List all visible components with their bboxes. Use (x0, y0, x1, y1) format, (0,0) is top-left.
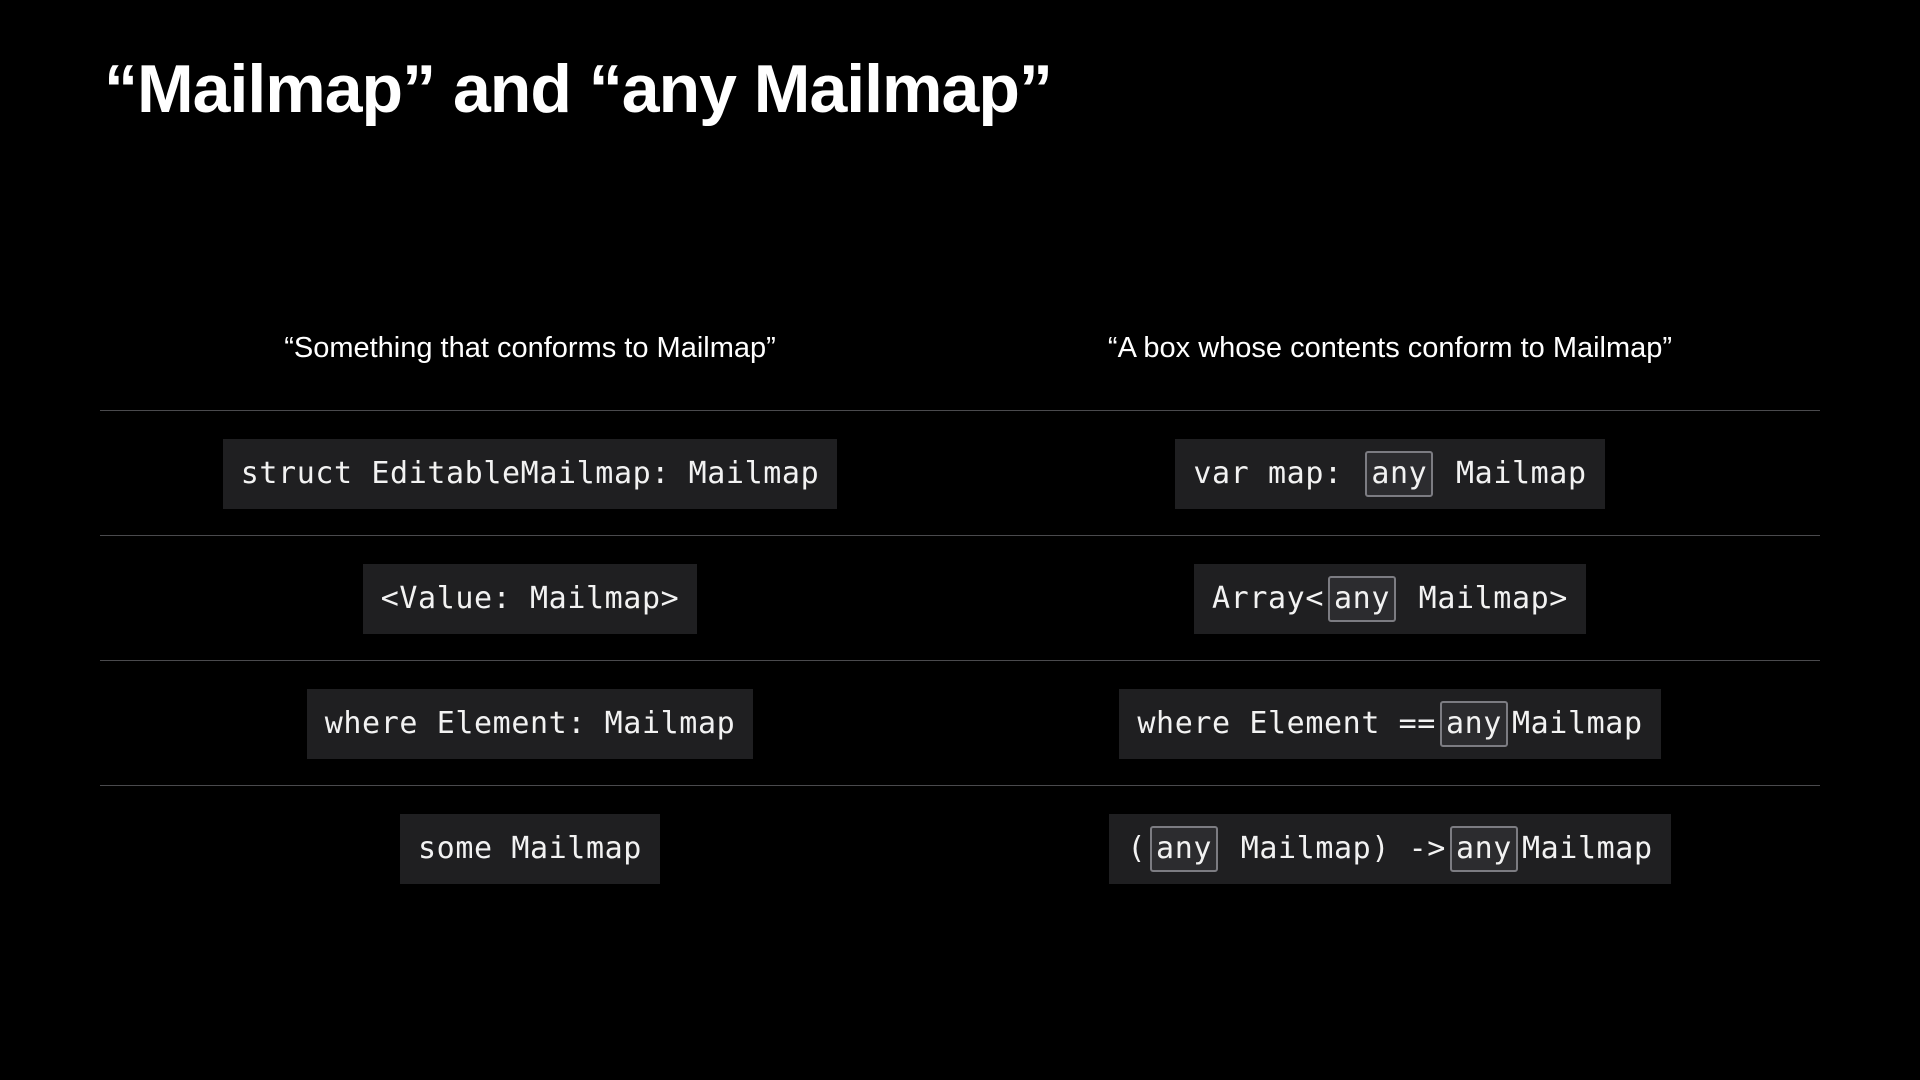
code-text: Mailmap) -> (1222, 831, 1446, 866)
comparison-row-4: some Mailmap (any Mailmap) -> any Mailmap (0, 786, 1920, 911)
left-column-heading: “Something that conforms to Mailmap” (284, 332, 776, 364)
code-text: Mailmap (1437, 456, 1587, 491)
generic-constraint-cell: struct EditableMailmap: Mailmap (100, 411, 960, 536)
code-text: Mailmap (1521, 831, 1653, 866)
any-keyword-highlight: any (1150, 825, 1219, 872)
code-text: where Element == (1137, 706, 1436, 741)
code-snippet: where Element: Mailmap (306, 688, 754, 759)
code-snippet: <Value: Mailmap> (362, 563, 698, 634)
code-text: Mailmap> (1400, 581, 1568, 616)
code-snippet: where Element == any Mailmap (1119, 688, 1661, 759)
code-snippet: struct EditableMailmap: Mailmap (222, 438, 838, 509)
generic-constraint-cell: some Mailmap (100, 786, 960, 911)
code-text: var map: (1193, 456, 1362, 491)
right-column-heading: “A box whose contents conform to Mailmap… (1107, 332, 1673, 364)
any-keyword-highlight: any (1365, 450, 1434, 497)
code-text: Array< (1212, 581, 1324, 616)
existential-cell: Array< any Mailmap> (960, 536, 1820, 661)
code-snippet: (any Mailmap) -> any Mailmap (1109, 813, 1671, 884)
any-keyword-highlight: any (1328, 575, 1396, 622)
code-text: Mailmap (1511, 706, 1643, 741)
comparison-row-2: <Value: Mailmap> Array< any Mailmap> (0, 536, 1920, 661)
code-text: ( (1127, 831, 1147, 866)
existential-cell: where Element == any Mailmap (960, 661, 1820, 786)
any-keyword-highlight: any (1439, 700, 1508, 747)
generic-constraint-cell: where Element: Mailmap (100, 661, 960, 786)
code-snippet: some Mailmap (400, 813, 660, 884)
code-snippet: var map: any Mailmap (1175, 438, 1605, 509)
comparison-row-1: struct EditableMailmap: Mailmap var map:… (0, 411, 1920, 536)
any-keyword-highlight: any (1449, 825, 1518, 872)
generic-constraint-cell: <Value: Mailmap> (100, 536, 960, 661)
code-snippet: Array< any Mailmap> (1194, 563, 1586, 634)
existential-cell: (any Mailmap) -> any Mailmap (960, 786, 1820, 911)
comparison-row-3: where Element: Mailmap where Element == a… (0, 661, 1920, 786)
slide-title: “Mailmap” and “any Mailmap” (104, 51, 1053, 127)
existential-cell: var map: any Mailmap (960, 411, 1820, 536)
